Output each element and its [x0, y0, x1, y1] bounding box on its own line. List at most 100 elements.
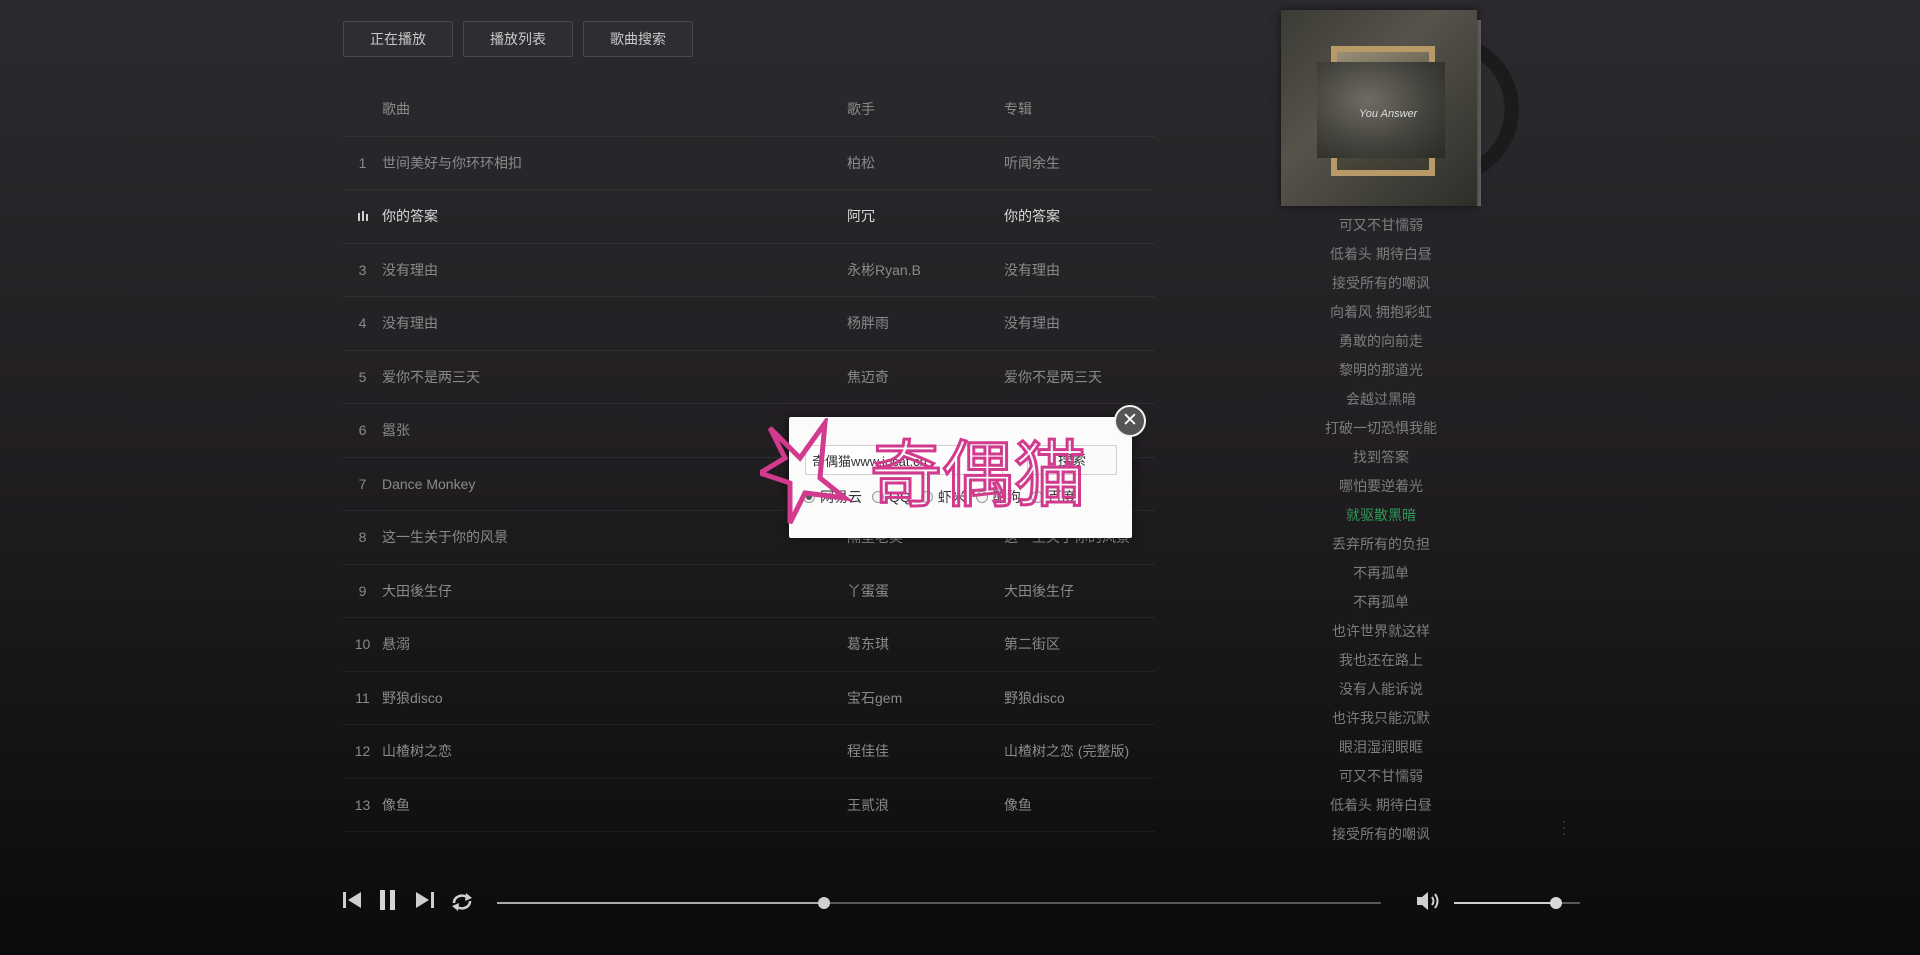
song-album: 没有理由: [1004, 261, 1060, 278]
radio-icon[interactable]: [872, 491, 884, 503]
table-row[interactable]: 10 悬溺 葛东琪 第二街区: [343, 618, 1155, 672]
source-option[interactable]: 酷狗: [975, 487, 1021, 507]
table-row[interactable]: 1 世间美好与你环环相扣 柏松 听闻余生: [343, 137, 1155, 190]
table-row[interactable]: 11 野狼disco 宝石gem 野狼disco: [343, 672, 1155, 725]
tab-playlist[interactable]: 播放列表: [463, 21, 573, 57]
lyric-line-current: 就驱散黑暗: [1346, 507, 1416, 523]
lyric-line: 可又不甘懦弱: [1339, 768, 1423, 784]
row-number: 5: [358, 368, 367, 385]
top-tabs: 正在播放 播放列表 歌曲搜索: [343, 21, 693, 57]
song-artist: 焦迈奇: [847, 368, 889, 385]
lyric-line: 低着头 期待白昼: [1330, 797, 1432, 813]
song-title: 像鱼: [382, 796, 410, 813]
song-artist: 杨胖雨: [847, 315, 889, 332]
song-title: 嚣张: [382, 422, 410, 439]
next-icon[interactable]: [411, 886, 439, 914]
row-number: 1: [358, 154, 367, 171]
row-number: 10: [354, 636, 371, 653]
source-option[interactable]: 百度: [1030, 487, 1076, 507]
progress-thumb[interactable]: [818, 897, 831, 909]
album-cover: You Answer: [1281, 10, 1477, 206]
song-title: 没有理由: [382, 315, 438, 332]
header-song: 歌曲: [382, 101, 410, 118]
lyric-line: 不再孤单: [1353, 594, 1409, 610]
close-icon[interactable]: ✕: [1114, 405, 1146, 437]
song-title: Dance Monkey: [382, 475, 476, 492]
radio-icon[interactable]: [803, 491, 815, 503]
table-row[interactable]: 12 山楂树之恋 程佳佳 山楂树之恋 (完整版): [343, 725, 1155, 779]
tab-now-playing[interactable]: 正在播放: [343, 21, 453, 57]
volume-thumb[interactable]: [1550, 897, 1563, 909]
radio-icon[interactable]: [1030, 491, 1043, 503]
song-artist: 程佳佳: [847, 743, 889, 760]
prev-icon[interactable]: [338, 886, 366, 914]
source-label: 酷狗: [992, 489, 1021, 505]
source-option[interactable]: QQ: [872, 487, 911, 507]
song-title: 大田後生仔: [382, 582, 452, 599]
progress-fill: [497, 902, 825, 904]
source-option[interactable]: 虾米: [920, 487, 966, 507]
volume-fill: [1454, 902, 1557, 904]
lyric-line: 勇敢的向前走: [1339, 333, 1423, 349]
source-option[interactable]: 网易云: [803, 487, 862, 507]
row-number: 8: [358, 529, 367, 546]
album-art: You Answer: [1281, 10, 1519, 206]
lyric-line: 哪怕要逆着光: [1339, 478, 1423, 494]
source-label: 百度: [1047, 489, 1076, 505]
search-button[interactable]: 搜索: [1027, 445, 1117, 475]
song-album: 像鱼: [1004, 796, 1032, 813]
table-header: 歌曲 歌手 专辑: [343, 83, 1155, 137]
lyrics-panel: 可又不甘懦弱 低着头 期待白昼 接受所有的嘲讽 向着风 拥抱彩虹 勇敢的向前走 黎明的那道…: [1281, 211, 1481, 849]
lyric-line: 也许世界就这样: [1332, 623, 1430, 639]
song-title: 你的答案: [382, 208, 438, 225]
search-dialog: 搜索 网易云 QQ 虾米 酷狗 百度: [789, 417, 1132, 538]
song-title: 野狼disco: [382, 689, 443, 706]
song-title: 这一生关于你的风景: [382, 529, 508, 546]
table-row[interactable]: 4 没有理由 杨胖雨 没有理由: [343, 297, 1155, 351]
search-input[interactable]: [805, 445, 1003, 475]
progress-bar[interactable]: [497, 897, 1381, 909]
song-title: 爱你不是两三天: [382, 368, 480, 385]
row-number: 7: [358, 475, 367, 492]
song-artist: 阿冗: [847, 208, 875, 225]
table-row[interactable]: 9 大田後生仔 丫蛋蛋 大田後生仔: [343, 565, 1155, 618]
source-label: 网易云: [820, 489, 862, 505]
lyrics-scroll-handle[interactable]: · · ·: [1562, 814, 1567, 840]
lyric-line: 找到答案: [1353, 449, 1409, 465]
song-album: 野狼disco: [1004, 689, 1065, 706]
lyric-line: 也许我只能沉默: [1332, 710, 1430, 726]
volume-icon[interactable]: [1415, 889, 1443, 913]
song-album: 听闻余生: [1004, 154, 1060, 171]
lyric-line: 低着头 期待白昼: [1330, 246, 1432, 262]
row-number: 9: [358, 582, 367, 599]
row-number: 12: [354, 743, 371, 760]
radio-icon[interactable]: [975, 491, 988, 503]
radio-icon[interactable]: [920, 491, 933, 503]
row-number: 6: [358, 422, 367, 439]
song-album: 山楂树之恋 (完整版): [1004, 743, 1130, 760]
table-row[interactable]: 13 像鱼 王贰浪 像鱼: [343, 779, 1155, 832]
lyric-line: 会越过黑暗: [1346, 391, 1416, 407]
lyric-line: 眼泪湿润眼眶: [1339, 739, 1423, 755]
song-album: 第二街区: [1004, 636, 1060, 653]
song-artist: 永彬Ryan.B: [847, 261, 921, 278]
volume-slider[interactable]: [1454, 897, 1580, 909]
table-row[interactable]: 3 没有理由 永彬Ryan.B 没有理由: [343, 244, 1155, 297]
lyric-line: 向着风 拥抱彩虹: [1330, 304, 1432, 320]
album-cover-script: You Answer: [1359, 108, 1418, 120]
playing-bars-icon: [343, 208, 382, 224]
song-artist: 宝石gem: [847, 689, 903, 706]
header-album: 专辑: [1004, 101, 1032, 118]
tab-song-search[interactable]: 歌曲搜索: [583, 21, 693, 57]
loop-icon[interactable]: [448, 888, 476, 916]
song-album: 爱你不是两三天: [1004, 368, 1102, 385]
song-title: 世间美好与你环环相扣: [382, 154, 522, 171]
song-album: 你的答案: [1004, 208, 1060, 225]
song-album: 没有理由: [1004, 315, 1060, 332]
table-row[interactable]: 5 爱你不是两三天 焦迈奇 爱你不是两三天: [343, 351, 1155, 404]
row-number: 3: [358, 261, 367, 278]
pause-icon[interactable]: [374, 886, 402, 914]
row-number: 4: [358, 315, 367, 332]
lyric-line: 接受所有的嘲讽: [1332, 826, 1430, 842]
table-row[interactable]: 你的答案 阿冗 你的答案: [343, 190, 1155, 244]
